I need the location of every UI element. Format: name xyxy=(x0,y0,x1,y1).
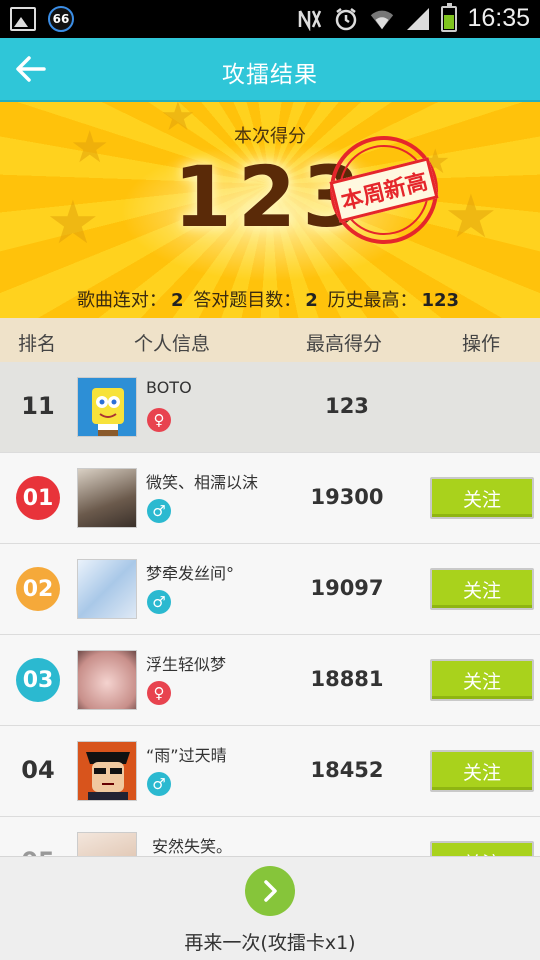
table-row-self[interactable]: 11 BOTO ♀ 123 xyxy=(0,362,540,453)
streak-value: 2 xyxy=(170,290,184,311)
correct-label: 答对题目数： xyxy=(193,290,302,311)
app-header: 攻擂结果 xyxy=(0,38,540,102)
rank-badge: 03 xyxy=(16,658,60,702)
play-again-button[interactable] xyxy=(245,866,295,916)
follow-button[interactable]: 关注 xyxy=(430,750,534,792)
clock: 16:35 xyxy=(467,4,530,32)
follow-button[interactable]: 关注 xyxy=(430,568,534,610)
user-score: 19300 xyxy=(310,485,384,509)
footer-bar: 再来一次(攻擂卡x1) xyxy=(0,856,540,960)
wifi-icon xyxy=(369,6,395,32)
notification-badge: 66 xyxy=(48,6,74,32)
rank-number: 04 xyxy=(21,756,55,784)
avatar[interactable] xyxy=(77,377,137,437)
male-icon: ♂ xyxy=(147,772,171,796)
avatar[interactable] xyxy=(77,650,137,710)
chevron-right-icon xyxy=(264,880,277,902)
female-icon: ♀ xyxy=(147,408,171,432)
user-score: 19097 xyxy=(310,576,384,600)
column-action: 操作 xyxy=(462,333,501,355)
image-icon xyxy=(10,7,36,31)
result-stats: 歌曲连对： 2 答对题目数： 2 历史最高： 123 xyxy=(0,286,540,312)
user-name: 安然失笑。 xyxy=(152,837,233,856)
ranking-table-header: 排名 个人信息 最高得分 操作 xyxy=(0,318,540,362)
user-score: 18452 xyxy=(310,758,384,782)
user-name: BOTO xyxy=(146,378,192,397)
alarm-icon xyxy=(333,6,359,32)
battery-icon xyxy=(441,2,458,32)
page-title: 攻擂结果 xyxy=(222,62,318,88)
user-name: “雨”过天晴 xyxy=(146,746,227,765)
avatar[interactable] xyxy=(77,741,137,801)
rank-badge: 02 xyxy=(16,567,60,611)
user-score: 18881 xyxy=(310,667,384,691)
user-score: 123 xyxy=(325,394,369,418)
user-name: 微笑、相濡以沫 xyxy=(146,473,259,492)
best-value: 123 xyxy=(421,290,460,311)
table-row[interactable]: 03 浮生轻似梦 ♀ 18881 关注 xyxy=(0,635,540,726)
signal-icon xyxy=(405,6,431,32)
follow-button[interactable]: 关注 xyxy=(430,659,534,701)
status-bar: 66 16:35 xyxy=(0,0,540,38)
avatar[interactable] xyxy=(77,468,137,528)
nfc-icon xyxy=(297,6,323,32)
avatar[interactable] xyxy=(77,559,137,619)
male-icon: ♂ xyxy=(147,499,171,523)
best-label: 历史最高： xyxy=(327,290,418,311)
correct-value: 2 xyxy=(305,290,318,311)
avatar[interactable] xyxy=(77,832,137,856)
follow-button[interactable]: 关注 xyxy=(430,477,534,519)
stamp-text: 本周新高 xyxy=(329,157,439,223)
ranking-list[interactable]: 11 BOTO ♀ 123 01 微笑、相濡以沫 ♂ 19300 关注 02 梦… xyxy=(0,362,540,856)
table-row[interactable]: 04 “雨”过天晴 ♂ 18452 关注 xyxy=(0,726,540,817)
table-row[interactable]: 01 微笑、相濡以沫 ♂ 19300 关注 xyxy=(0,453,540,544)
rank-number: 11 xyxy=(21,392,55,420)
rank-number: 05 xyxy=(14,847,62,856)
male-icon: ♂ xyxy=(147,590,171,614)
user-name: 梦牵发丝间° xyxy=(146,564,235,583)
rank-badge: 01 xyxy=(16,476,60,520)
user-name: 浮生轻似梦 xyxy=(146,655,227,674)
score-value: 123 xyxy=(173,148,367,246)
play-again-label[interactable]: 再来一次(攻擂卡x1) xyxy=(0,928,540,955)
column-rank: 排名 xyxy=(18,333,57,355)
female-icon: ♀ xyxy=(147,681,171,705)
score-banner: ★ ★ ★ ★ ★ 本次得分 123 本周新高 歌曲连对： 2 答对题目数： 2 历… xyxy=(0,102,540,318)
score-label: 本次得分 xyxy=(234,126,306,147)
streak-label: 歌曲连对： xyxy=(76,290,167,311)
table-row[interactable]: 05 安然失笑。 关注 xyxy=(0,817,540,856)
column-user-info: 个人信息 xyxy=(134,333,211,355)
table-row[interactable]: 02 梦牵发丝间° ♂ 19097 关注 xyxy=(0,544,540,635)
column-best-score: 最高得分 xyxy=(306,333,383,355)
follow-button[interactable]: 关注 xyxy=(430,841,534,856)
